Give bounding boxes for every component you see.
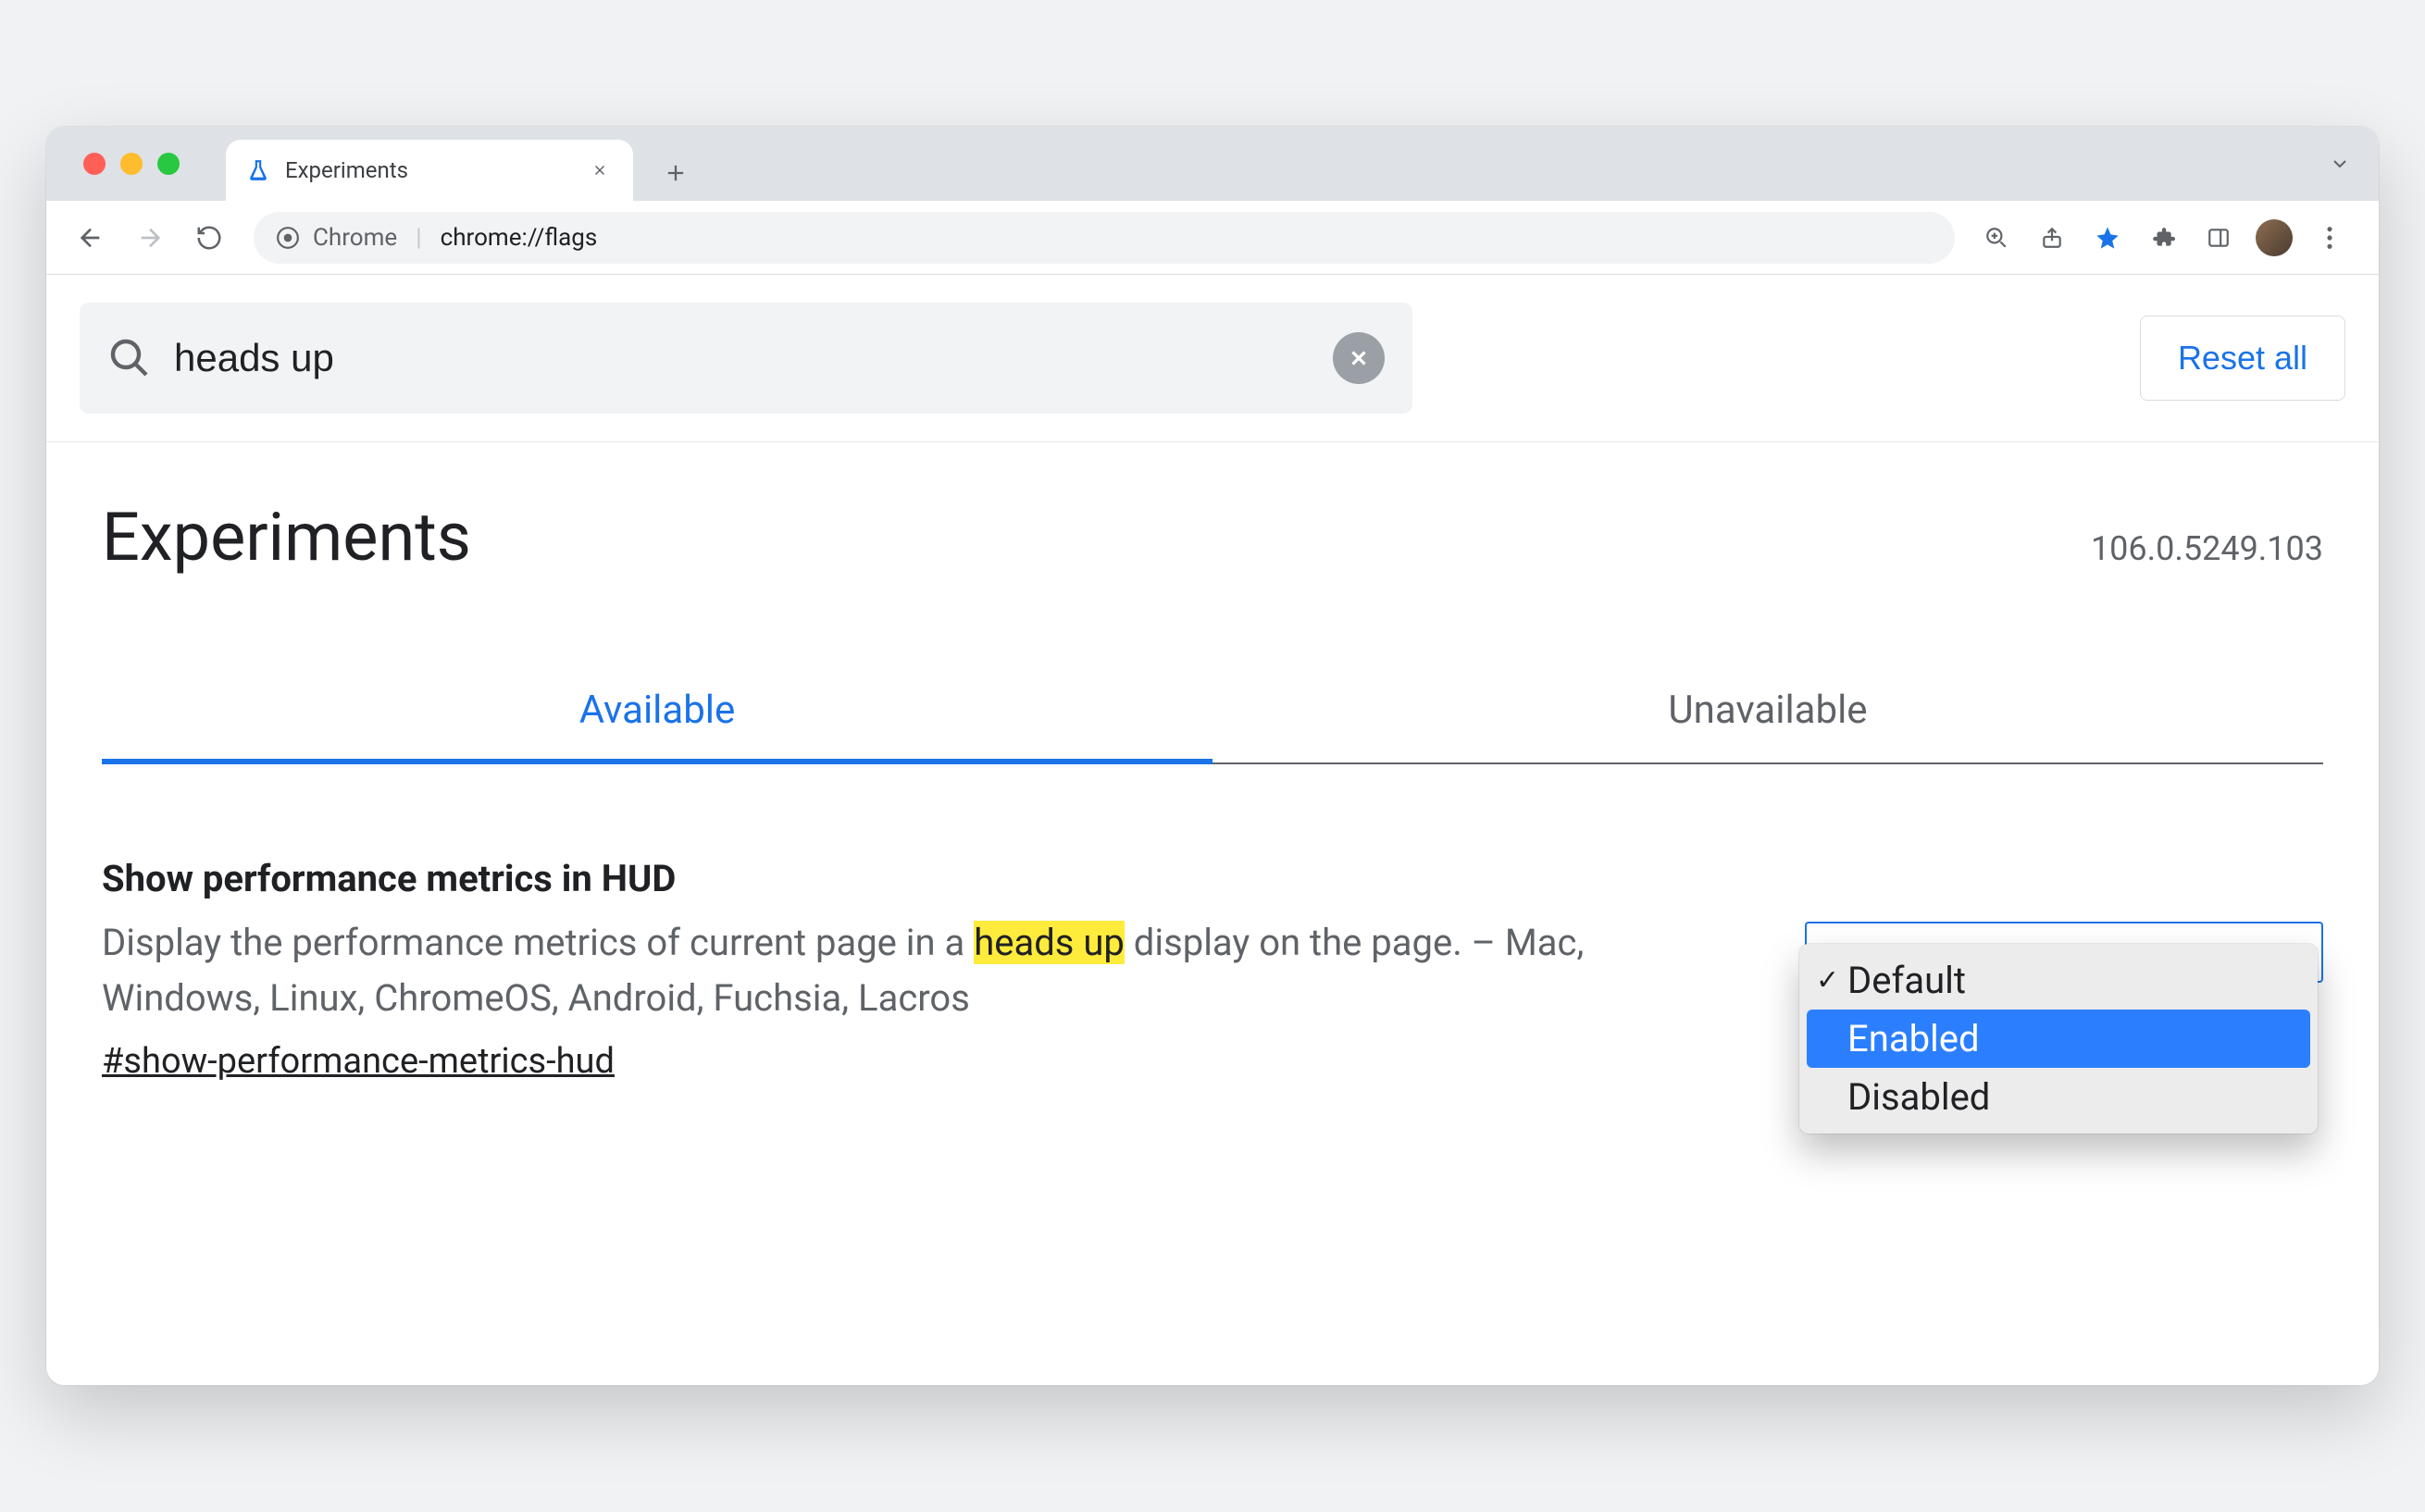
tab-title: Experiments — [285, 157, 572, 183]
option-enabled[interactable]: Enabled — [1807, 1010, 2310, 1068]
search-box[interactable] — [80, 303, 1412, 414]
tab-strip: Experiments — [46, 127, 2379, 201]
url-separator: | — [410, 224, 427, 252]
browser-window: Experiments Chrome | chrome:// — [46, 127, 2379, 1385]
avatar-image — [2256, 219, 2293, 256]
search-row: Reset all — [46, 275, 2379, 442]
flag-desc-before: Display the performance metrics of curre… — [102, 921, 974, 964]
bookmark-star-icon[interactable] — [2084, 215, 2131, 261]
tab-available[interactable]: Available — [102, 688, 1212, 764]
search-input[interactable] — [174, 336, 1311, 380]
select-dropdown: ✓ Default Enabled Disabled — [1799, 944, 2318, 1134]
kebab-menu-icon[interactable] — [2307, 215, 2353, 261]
forward-button[interactable] — [124, 212, 176, 264]
clear-search-icon[interactable] — [1333, 332, 1385, 384]
window-controls — [74, 127, 189, 201]
window-close-button[interactable] — [83, 153, 106, 175]
new-tab-button[interactable] — [648, 145, 703, 201]
toolbar-actions — [1973, 215, 2360, 261]
tab-unavailable[interactable]: Unavailable — [1212, 688, 2323, 764]
option-label: Default — [1847, 959, 1966, 1002]
side-panel-icon[interactable] — [2195, 215, 2242, 261]
flag-hash-link[interactable]: #show-performance-metrics-hud — [102, 1041, 615, 1082]
tab-overflow-icon[interactable] — [2329, 153, 2351, 175]
window-maximize-button[interactable] — [157, 153, 180, 175]
option-label: Disabled — [1847, 1075, 1990, 1119]
option-label: Enabled — [1847, 1017, 1980, 1060]
share-icon[interactable] — [2029, 215, 2075, 261]
search-icon — [107, 336, 152, 380]
version-label: 106.0.5249.103 — [2091, 529, 2323, 568]
tabs-row: Available Unavailable — [102, 688, 2323, 764]
flask-icon — [246, 158, 270, 182]
flag-text: Show performance metrics in HUD Display … — [102, 857, 1749, 1082]
page-header: Experiments 106.0.5249.103 — [46, 442, 2379, 576]
profile-avatar[interactable] — [2251, 215, 2297, 261]
url-path: chrome://flags — [441, 224, 598, 252]
page-content: Reset all Experiments 106.0.5249.103 Ava… — [46, 275, 2379, 1385]
option-disabled[interactable]: Disabled — [1807, 1068, 2310, 1126]
address-bar[interactable]: Chrome | chrome://flags — [254, 212, 1955, 264]
option-default[interactable]: ✓ Default — [1807, 951, 2310, 1010]
browser-toolbar: Chrome | chrome://flags — [46, 201, 2379, 275]
zoom-icon[interactable] — [1973, 215, 2020, 261]
flag-row: Show performance metrics in HUD Display … — [46, 764, 2379, 1082]
extensions-icon[interactable] — [2140, 215, 2186, 261]
page-title: Experiments — [102, 498, 471, 576]
reload-button[interactable] — [183, 212, 235, 264]
check-icon: ✓ — [1816, 964, 1839, 997]
browser-tab[interactable]: Experiments — [226, 140, 633, 201]
search-highlight: heads up — [974, 921, 1125, 964]
flag-select[interactable]: ✓ Default Enabled Disabled — [1805, 922, 2323, 1082]
back-button[interactable] — [65, 212, 117, 264]
window-minimize-button[interactable] — [120, 153, 143, 175]
tab-close-icon[interactable] — [587, 157, 613, 183]
chrome-icon — [276, 226, 300, 250]
url-scheme: Chrome — [313, 224, 397, 252]
flag-description: Display the performance metrics of curre… — [102, 915, 1749, 1026]
reset-all-button[interactable]: Reset all — [2140, 316, 2345, 401]
flag-title: Show performance metrics in HUD — [102, 857, 1749, 900]
